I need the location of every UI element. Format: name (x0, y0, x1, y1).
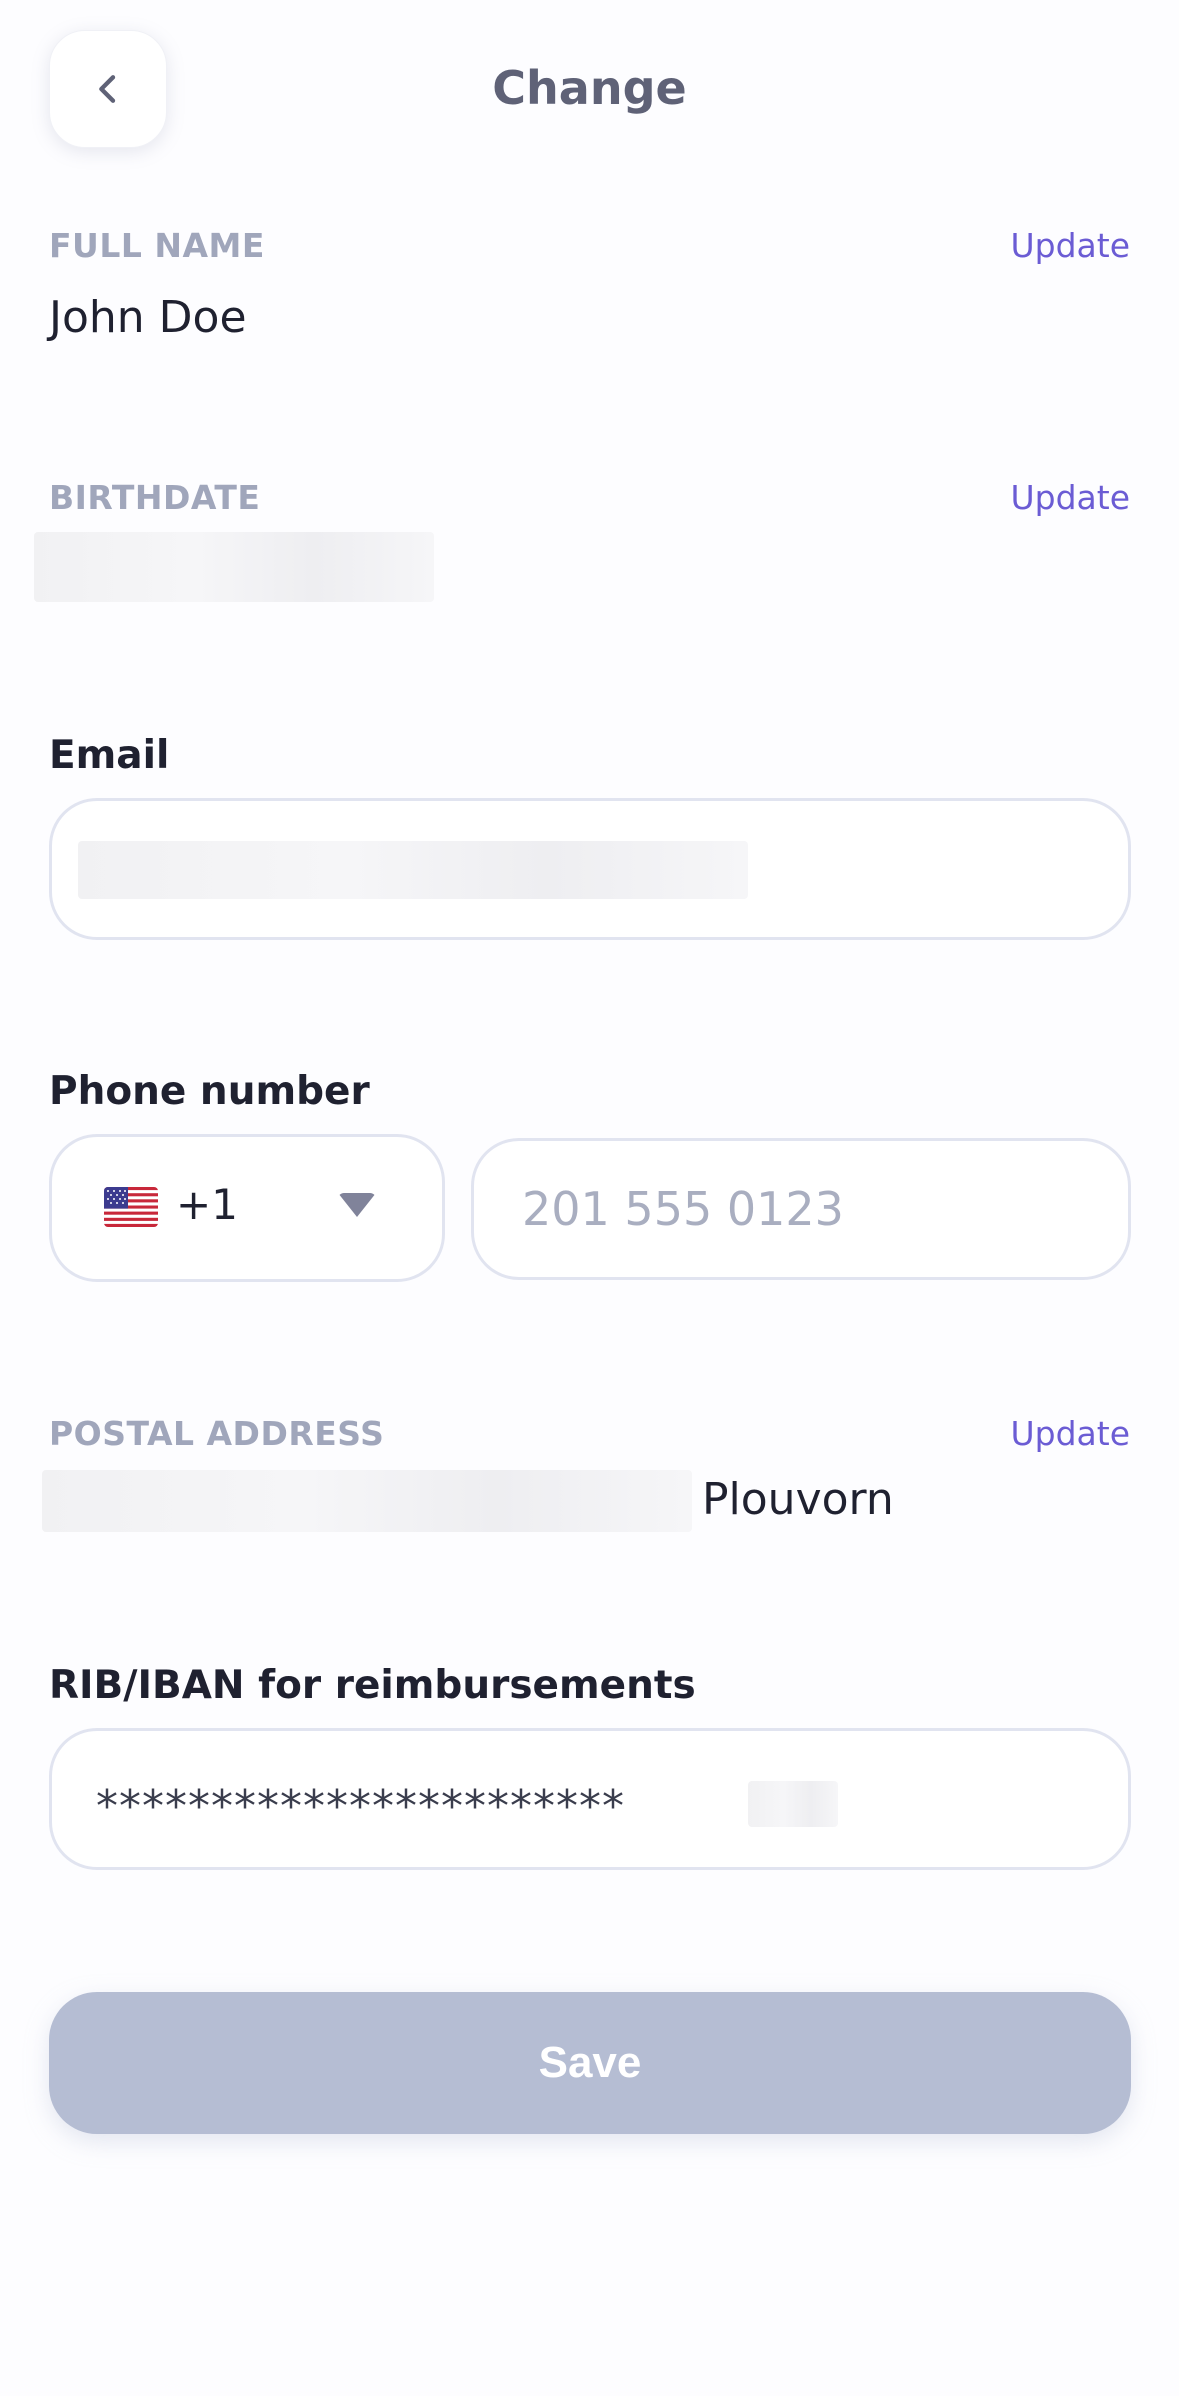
us-flag-icon (104, 1187, 158, 1227)
phone-label: Phone number (49, 1069, 370, 1114)
postal-address-label: POSTAL ADDRESS (49, 1414, 385, 1453)
page-title: Change (492, 61, 687, 115)
email-value-redacted (78, 841, 748, 899)
chevron-down-icon (338, 1193, 376, 1217)
birthdate-update-link[interactable]: Update (1010, 478, 1130, 518)
postal-address-city: Plouvorn (702, 1474, 894, 1525)
full-name-label: FULL NAME (49, 226, 265, 265)
change-profile-screen: Change FULL NAME Update John Doe BIRTHDA… (0, 0, 1179, 2396)
email-field[interactable] (49, 798, 1131, 940)
postal-address-update-link[interactable]: Update (1010, 1414, 1130, 1454)
iban-label: RIB/IBAN for reimbursements (49, 1663, 696, 1708)
phone-number-input[interactable]: 201 555 0123 (471, 1138, 1131, 1280)
full-name-value: John Doe (49, 292, 247, 343)
full-name-update-link[interactable]: Update (1010, 226, 1130, 266)
phone-number-placeholder: 201 555 0123 (522, 1182, 844, 1236)
street-address-redacted (42, 1470, 692, 1532)
iban-suffix-redacted (748, 1781, 838, 1827)
iban-masked-value: *********************** (96, 1781, 625, 1832)
save-button[interactable]: Save (49, 1992, 1131, 2134)
birthdate-value-redacted (34, 532, 434, 602)
email-label: Email (49, 733, 170, 778)
dial-code: +1 (176, 1180, 238, 1229)
country-code-select[interactable]: +1 (49, 1134, 445, 1282)
iban-field[interactable]: *********************** (49, 1728, 1131, 1870)
birthdate-label: BIRTHDATE (49, 478, 261, 517)
